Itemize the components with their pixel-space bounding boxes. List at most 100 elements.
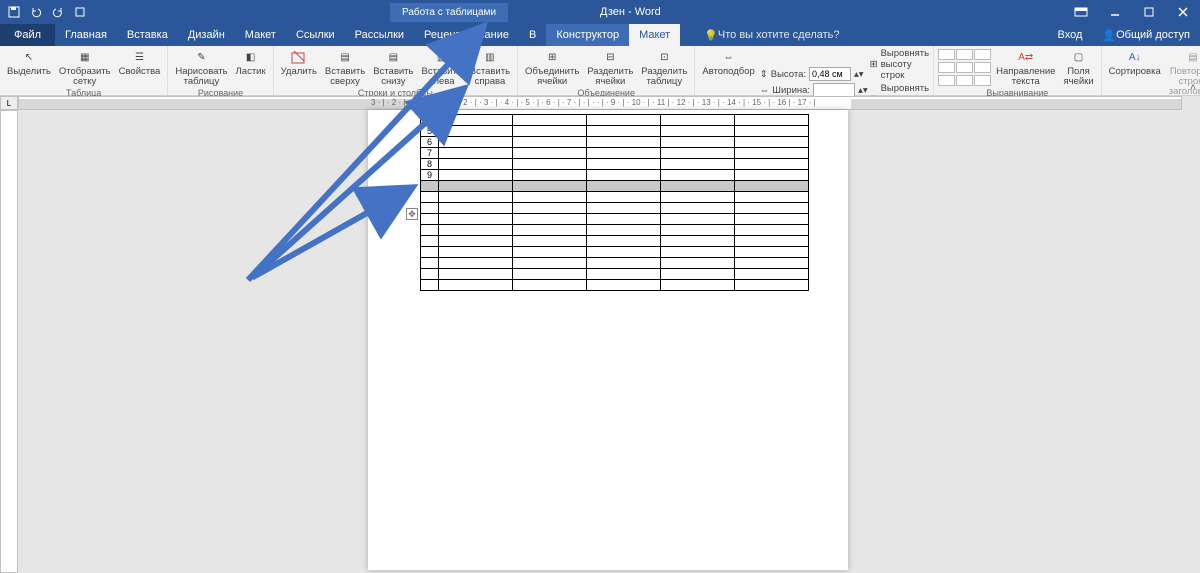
row-number-cell[interactable]: 8 xyxy=(421,159,439,170)
table-cell[interactable] xyxy=(587,214,661,225)
table-cell[interactable] xyxy=(513,181,587,192)
document-page[interactable]: 456789 xyxy=(368,110,848,570)
table-row[interactable]: 5 xyxy=(421,126,809,137)
table-cell[interactable] xyxy=(439,137,513,148)
row-number-cell[interactable] xyxy=(421,192,439,203)
ruler-corner[interactable]: L xyxy=(0,96,18,110)
table-cell[interactable] xyxy=(735,258,809,269)
table-cell[interactable] xyxy=(587,148,661,159)
table-cell[interactable] xyxy=(735,225,809,236)
split-cells-button[interactable]: ⊟Разделить ячейки xyxy=(584,48,636,87)
table-cell[interactable] xyxy=(735,170,809,181)
row-number-cell[interactable] xyxy=(421,214,439,225)
align-tc[interactable] xyxy=(956,49,973,60)
table-cell[interactable] xyxy=(439,159,513,170)
cell-margins-button[interactable]: ▢Поля ячейки xyxy=(1060,48,1096,87)
table-cell[interactable] xyxy=(735,269,809,280)
tab-file[interactable]: Файл xyxy=(0,24,55,46)
table-row[interactable] xyxy=(421,214,809,225)
table-cell[interactable] xyxy=(587,126,661,137)
table-row[interactable]: 6 xyxy=(421,137,809,148)
row-number-cell[interactable]: 4 xyxy=(421,115,439,126)
table-cell[interactable] xyxy=(587,181,661,192)
table-cell[interactable] xyxy=(661,280,735,291)
table-row[interactable] xyxy=(421,225,809,236)
table-row[interactable]: 7 xyxy=(421,148,809,159)
table-cell[interactable] xyxy=(513,258,587,269)
table-cell[interactable] xyxy=(439,148,513,159)
draw-table-button[interactable]: ✎Нарисовать таблицу xyxy=(172,48,230,87)
close-icon[interactable] xyxy=(1166,0,1200,24)
row-number-cell[interactable] xyxy=(421,225,439,236)
horizontal-ruler[interactable]: 3 · | · 2 · | · 1 · | · | · 1 · | · 2 · … xyxy=(18,96,1182,110)
table-cell[interactable] xyxy=(439,269,513,280)
table-cell[interactable] xyxy=(439,280,513,291)
table-cell[interactable] xyxy=(513,159,587,170)
minimize-icon[interactable] xyxy=(1098,0,1132,24)
table-cell[interactable] xyxy=(587,115,661,126)
row-number-cell[interactable]: 5 xyxy=(421,126,439,137)
table-cell[interactable] xyxy=(513,247,587,258)
delete-button[interactable]: Удалить xyxy=(278,48,320,87)
table-cell[interactable] xyxy=(661,247,735,258)
row-number-cell[interactable] xyxy=(421,247,439,258)
row-number-cell[interactable] xyxy=(421,280,439,291)
table-cell[interactable] xyxy=(513,137,587,148)
table-cell[interactable] xyxy=(661,148,735,159)
insert-left-button[interactable]: ▥Вставить слева xyxy=(418,48,464,87)
table-cell[interactable] xyxy=(587,159,661,170)
table-cell[interactable] xyxy=(439,214,513,225)
table-cell[interactable] xyxy=(661,115,735,126)
width-input[interactable] xyxy=(813,83,855,97)
align-bc[interactable] xyxy=(956,75,973,86)
gridlines-button[interactable]: ▦Отобразить сетку xyxy=(56,48,114,87)
table-cell[interactable] xyxy=(587,258,661,269)
table-cell[interactable] xyxy=(735,247,809,258)
collapse-ribbon-icon[interactable]: ˄ xyxy=(1190,82,1196,93)
table-cell[interactable] xyxy=(661,203,735,214)
table-cell[interactable] xyxy=(661,170,735,181)
insert-above-button[interactable]: ▤Вставить сверху xyxy=(322,48,368,87)
table-cell[interactable] xyxy=(735,126,809,137)
merge-cells-button[interactable]: ⊞Объединить ячейки xyxy=(522,48,582,87)
distribute-rows-button[interactable]: ⊞Выровнять высоту строк xyxy=(870,48,929,81)
align-bl[interactable] xyxy=(938,75,955,86)
table-row[interactable]: 8 xyxy=(421,159,809,170)
table-cell[interactable] xyxy=(661,137,735,148)
table-cell[interactable] xyxy=(513,115,587,126)
height-input[interactable] xyxy=(809,67,851,81)
table-move-handle[interactable]: ✥ xyxy=(406,208,418,220)
table-cell[interactable] xyxy=(661,225,735,236)
table-cell[interactable] xyxy=(661,126,735,137)
table-cell[interactable] xyxy=(735,214,809,225)
table-cell[interactable] xyxy=(439,236,513,247)
align-mr[interactable] xyxy=(974,62,991,73)
table-cell[interactable] xyxy=(439,170,513,181)
table-cell[interactable] xyxy=(587,225,661,236)
table-cell[interactable] xyxy=(513,225,587,236)
table-cell[interactable] xyxy=(513,236,587,247)
table-row[interactable] xyxy=(421,236,809,247)
tab-table-design[interactable]: Конструктор xyxy=(546,24,629,46)
table-row[interactable] xyxy=(421,181,809,192)
table-row[interactable] xyxy=(421,258,809,269)
table-cell[interactable] xyxy=(513,170,587,181)
table-cell[interactable] xyxy=(439,192,513,203)
spinner-icon[interactable]: ▴▾ xyxy=(854,69,864,80)
table-row[interactable] xyxy=(421,192,809,203)
row-number-cell[interactable]: 7 xyxy=(421,148,439,159)
table-cell[interactable] xyxy=(513,192,587,203)
table-cell[interactable] xyxy=(439,258,513,269)
save-icon[interactable] xyxy=(6,4,22,20)
maximize-icon[interactable] xyxy=(1132,0,1166,24)
table-cell[interactable] xyxy=(513,148,587,159)
table-cell[interactable] xyxy=(513,280,587,291)
row-number-cell[interactable] xyxy=(421,236,439,247)
table-cell[interactable] xyxy=(587,236,661,247)
table-row[interactable] xyxy=(421,269,809,280)
table-row[interactable] xyxy=(421,203,809,214)
table-cell[interactable] xyxy=(661,214,735,225)
ribbon-options-icon[interactable] xyxy=(1064,0,1098,24)
table-cell[interactable] xyxy=(661,181,735,192)
table-cell[interactable] xyxy=(735,148,809,159)
